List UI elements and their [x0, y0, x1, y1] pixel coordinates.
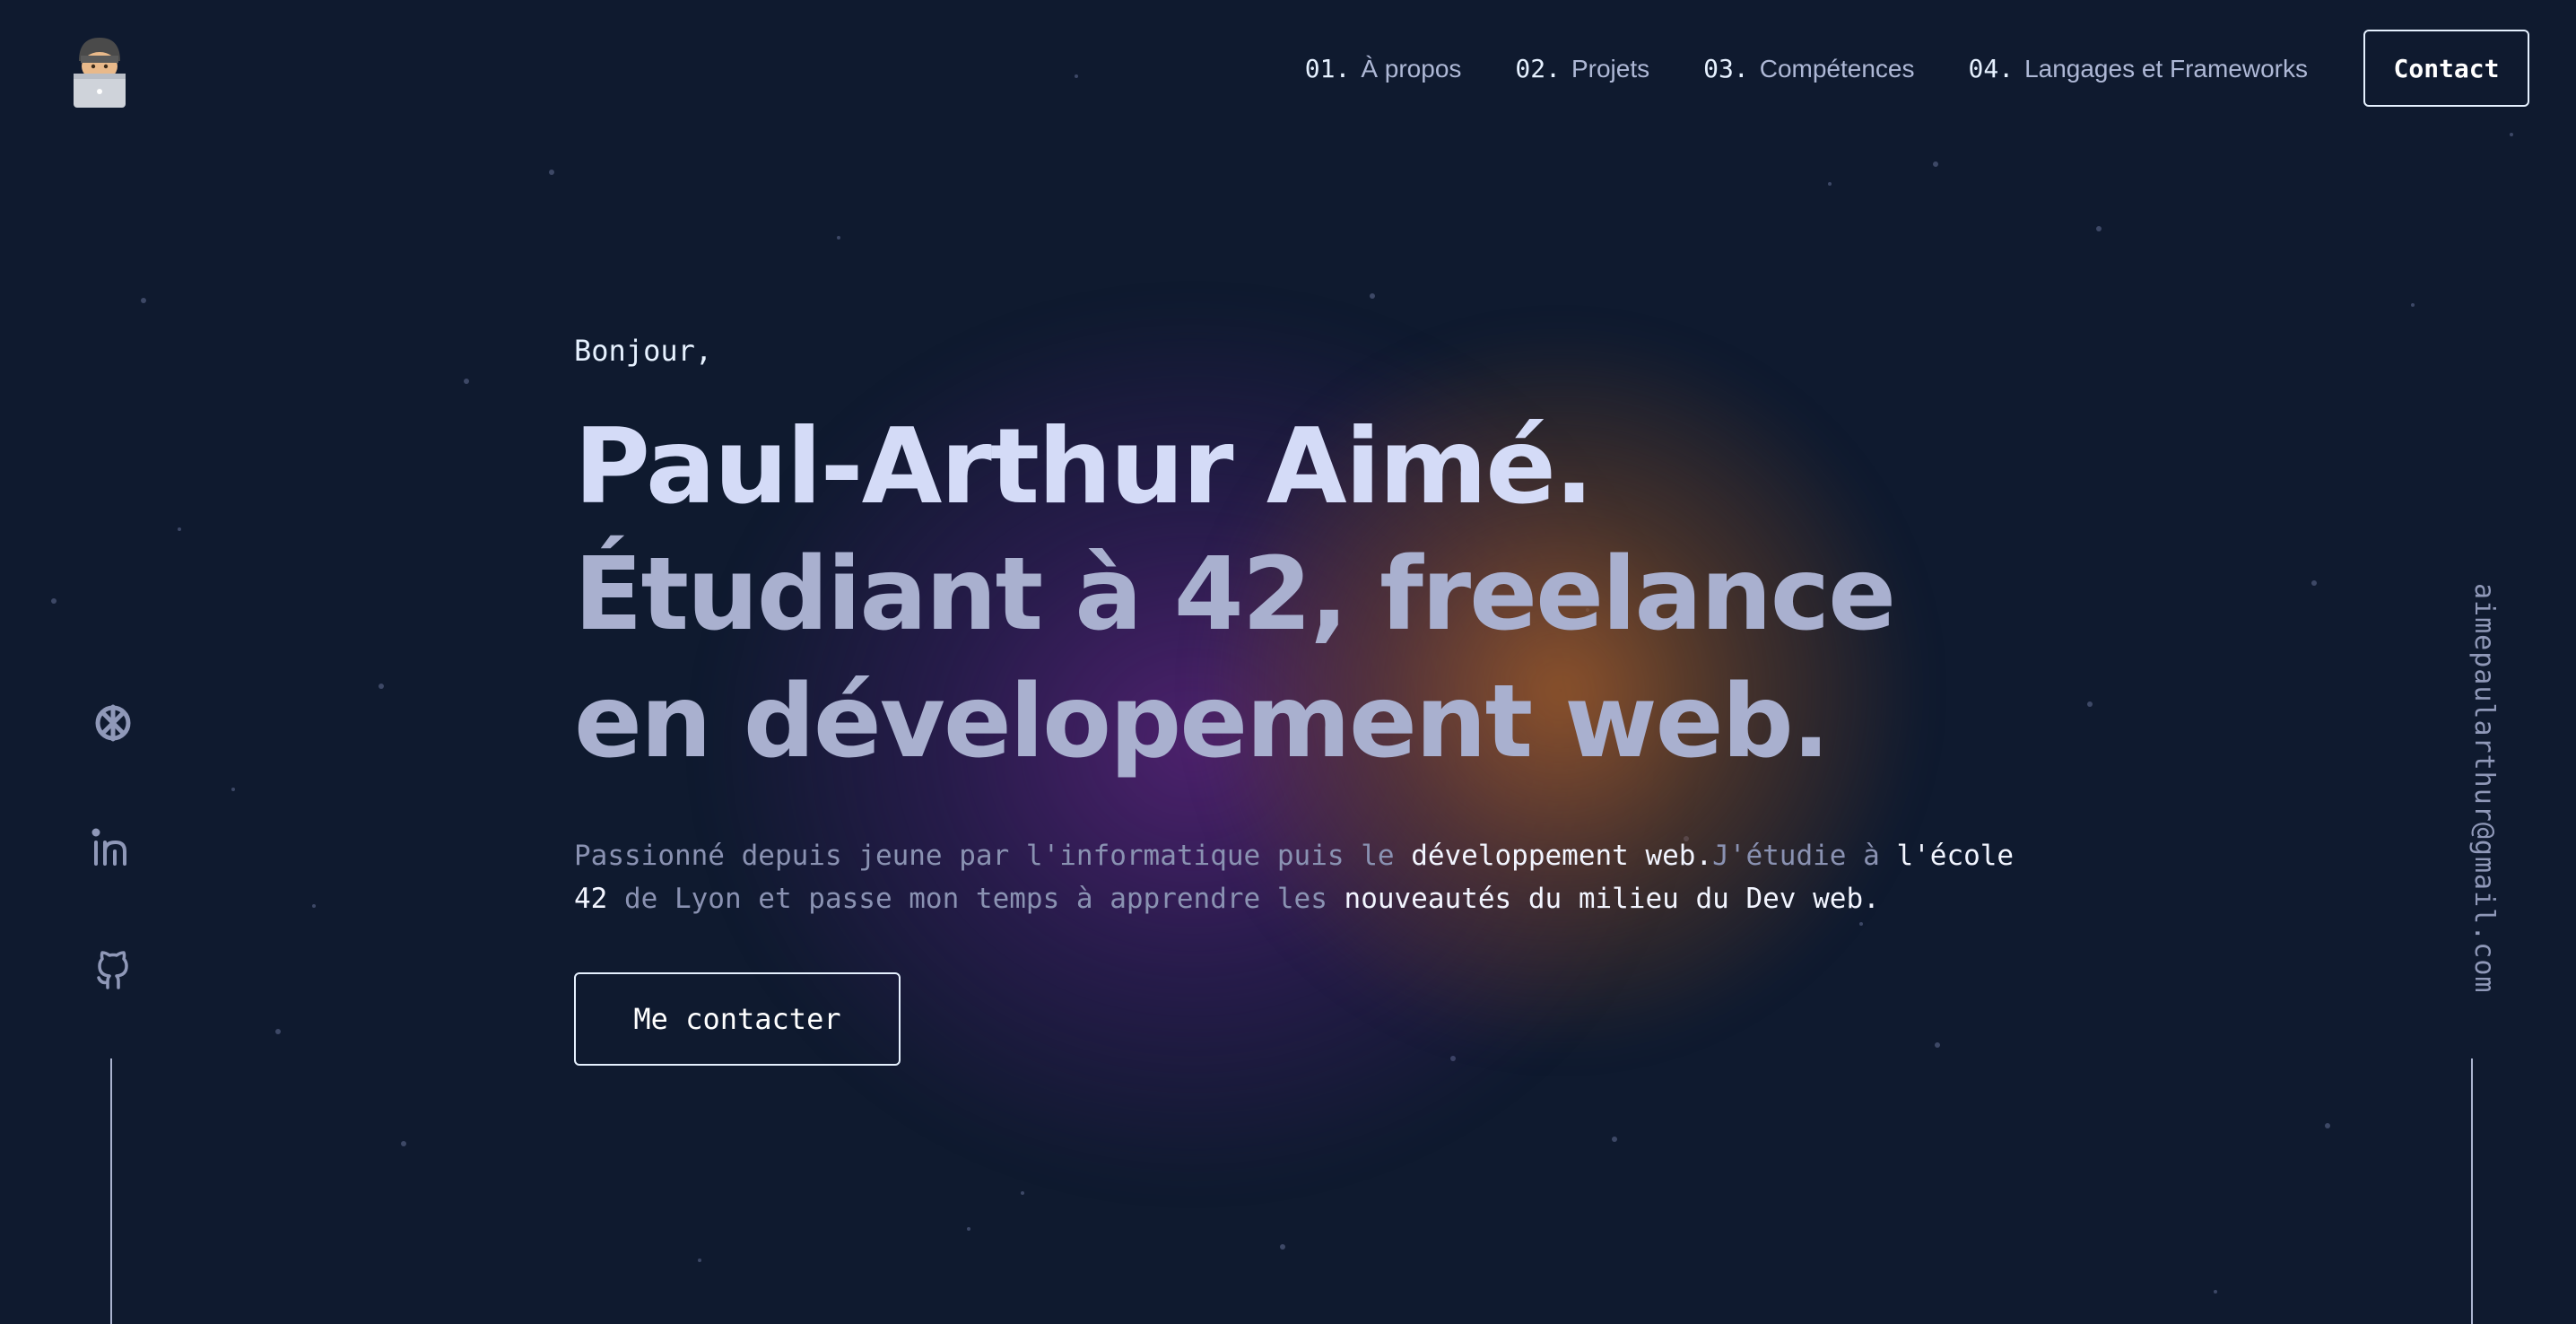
nav-item-langages[interactable]: 04. Langages et Frameworks	[1968, 54, 2308, 83]
social-link-linkedin[interactable]	[90, 823, 136, 870]
logo[interactable]	[68, 32, 131, 108]
nav-number: 01.	[1304, 53, 1351, 83]
github-icon	[97, 951, 128, 989]
social-link-42[interactable]	[90, 700, 136, 746]
nav-label: À propos	[1361, 54, 1462, 83]
left-vertical-line	[110, 1058, 112, 1324]
nav-number: 04.	[1968, 53, 2015, 83]
description-highlight: développement web.	[1411, 840, 1713, 872]
description-text: Passionné depuis jeune par l'informatiqu…	[574, 840, 1412, 872]
42-icon	[95, 704, 131, 742]
me-contacter-button[interactable]: Me contacter	[574, 972, 901, 1066]
hero-name: Paul-Arthur Aimé.	[574, 406, 1594, 527]
top-navigation: 01. À propos 02. Projets 03. Compétences…	[1305, 30, 2529, 107]
greeting: Bonjour,	[574, 334, 713, 368]
nav-label: Compétences	[1759, 54, 1915, 83]
description-text: .	[1863, 883, 1880, 915]
email-link[interactable]: aimepaularthur@gmail.com	[2468, 583, 2500, 993]
nav-number: 03.	[1703, 53, 1749, 83]
contact-button[interactable]: Contact	[2363, 30, 2529, 107]
description-text: J'étudie à	[1712, 840, 1897, 872]
hero-section: Bonjour, Paul-Arthur Aimé. Étudiant à 42…	[574, 334, 2063, 1066]
social-link-github[interactable]	[90, 947, 136, 994]
nav-label: Projets	[1571, 54, 1650, 83]
nav-item-projets[interactable]: 02. Projets	[1515, 54, 1649, 83]
nav-number: 02.	[1515, 53, 1561, 83]
nav-item-a-propos[interactable]: 01. À propos	[1305, 54, 1462, 83]
nav-item-competences[interactable]: 03. Compétences	[1703, 54, 1914, 83]
linkedin-icon	[91, 828, 126, 866]
hero-description: Passionné depuis jeune par l'informatiqu…	[574, 834, 2027, 920]
right-vertical-line	[2471, 1058, 2473, 1324]
description-highlight: nouveautés du milieu du Dev web	[1344, 883, 1864, 915]
technologist-emoji-icon	[74, 38, 126, 108]
social-links	[86, 700, 140, 994]
nav-label: Langages et Frameworks	[2024, 54, 2308, 83]
hero-tagline: Étudiant à 42, freelance en dévelopement…	[574, 536, 1896, 780]
description-text: de Lyon et passe mon temps à apprendre l…	[607, 883, 1345, 915]
